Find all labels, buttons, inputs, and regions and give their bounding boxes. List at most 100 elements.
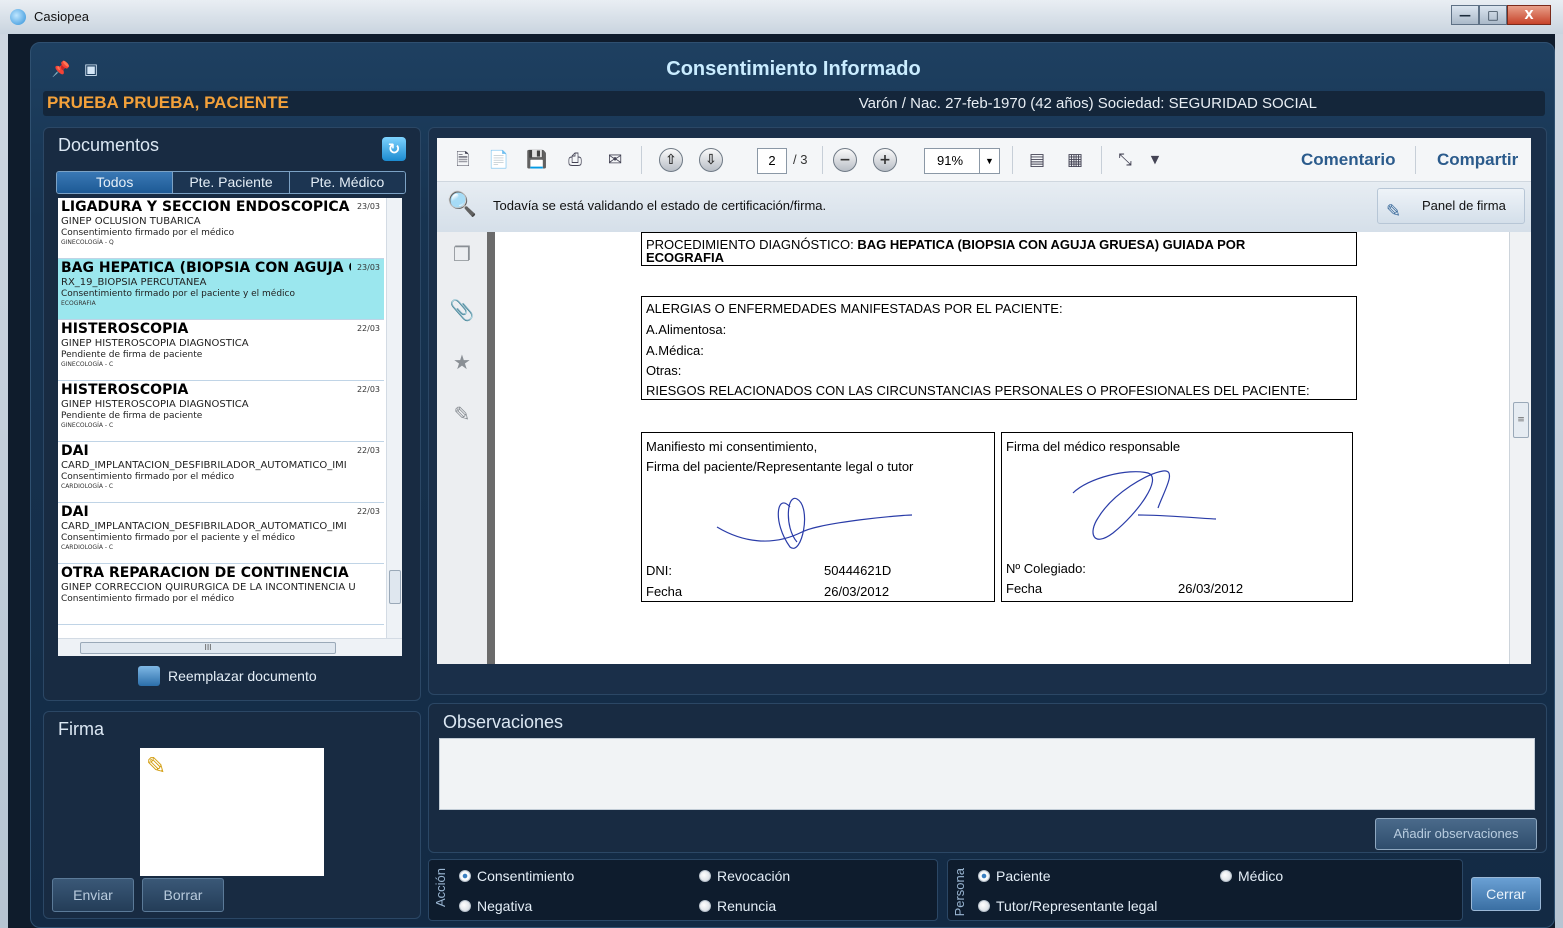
list-item[interactable]: DAI 22/03 CARD_IMPLANTACION_DESFIBRILADO… bbox=[58, 503, 384, 564]
fit-page-icon[interactable]: ▦ bbox=[1063, 148, 1087, 172]
chevron-down-icon[interactable]: ▼ bbox=[979, 149, 999, 173]
close-button[interactable]: Cerrar bbox=[1471, 877, 1541, 911]
zoom-in-icon[interactable]: + bbox=[873, 148, 897, 172]
risks-title: RIESGOS RELACIONADOS CON LAS CIRCUNSTANC… bbox=[646, 383, 1310, 398]
pdf-viewer: 🗎 📄 💾 ⎙ ✉ ⇧ ⇩ 2 / 3 − + 91% ▼ ▤ ▦ ⤡ ▼ Co… bbox=[428, 127, 1547, 695]
vscroll-thumb[interactable] bbox=[389, 570, 401, 604]
validation-message: Todavía se está validando el estado de c… bbox=[493, 198, 827, 213]
list-item[interactable]: LIGADURA Y SECCION ENDOSCOPICA BI... 23/… bbox=[58, 198, 384, 259]
document-list-vscroll[interactable] bbox=[386, 198, 402, 638]
replace-document-button[interactable]: Reemplazar documento bbox=[138, 666, 317, 686]
toolbar-separator bbox=[641, 146, 642, 174]
signatures-icon[interactable]: ✎ bbox=[449, 402, 475, 428]
document-subtitle: CARD_IMPLANTACION_DESFIBRILADOR_AUTOMATI… bbox=[61, 521, 347, 532]
observations-textarea[interactable] bbox=[439, 738, 1535, 810]
document-status: Pendiente de firma de paciente bbox=[61, 350, 203, 360]
zoom-value: 91% bbox=[937, 153, 964, 168]
create-pdf-icon[interactable]: 🗎 bbox=[451, 148, 475, 172]
hscroll-thumb[interactable]: III bbox=[80, 642, 336, 654]
tab-pte-medico[interactable]: Pte. Médico bbox=[289, 172, 405, 193]
fullscreen-icon[interactable]: ⤡ bbox=[1113, 148, 1137, 172]
radio-label: Renuncia bbox=[717, 898, 777, 914]
list-item[interactable]: HISTEROSCOPIA 22/03 GINEP HISTEROSCOPIA … bbox=[58, 381, 384, 442]
doctor-sign-label: Firma del médico responsable bbox=[1006, 439, 1181, 454]
radio-negativa[interactable]: Negativa bbox=[459, 898, 532, 914]
tab-todos[interactable]: Todos bbox=[57, 172, 174, 193]
page-down-icon[interactable]: ⇩ bbox=[699, 148, 723, 172]
document-department: CARDIOLOGÍA - C bbox=[61, 483, 114, 490]
list-item[interactable]: BAG HEPATICA (BIOPSIA CON AGUJA G... 23/… bbox=[58, 259, 384, 320]
page-total: / 3 bbox=[793, 152, 808, 167]
document-date: 22/03 bbox=[356, 385, 380, 394]
print-icon[interactable]: ⎙ bbox=[563, 148, 587, 172]
page-up-icon[interactable]: ⇧ bbox=[659, 148, 683, 172]
pdf-vscroll-thumb[interactable]: ≡ bbox=[1513, 402, 1529, 438]
comment-button[interactable]: Comentario bbox=[1301, 150, 1395, 170]
action-label: Acción bbox=[433, 868, 448, 908]
patient-signature-image bbox=[716, 497, 912, 549]
radio-renuncia[interactable]: Renuncia bbox=[699, 898, 776, 914]
zoom-select[interactable]: 91% ▼ bbox=[924, 148, 1000, 174]
dni-label: DNI: bbox=[646, 563, 672, 578]
page-title: Consentimiento Informado bbox=[666, 58, 921, 80]
pdf-side-tools: ❐ 📎 ★ ✎ bbox=[437, 232, 487, 664]
radio-tutor[interactable]: Tutor/Representante legal bbox=[978, 898, 1157, 914]
more-tools-icon[interactable]: ▼ bbox=[1143, 148, 1167, 172]
doctor-date-label: Fecha bbox=[1006, 581, 1043, 596]
save-icon[interactable]: 💾 bbox=[525, 148, 549, 172]
patient-name: PRUEBA PRUEBA, PACIENTE bbox=[47, 93, 289, 112]
add-observations-button[interactable]: Añadir observaciones bbox=[1375, 818, 1537, 850]
radio-dot bbox=[978, 900, 990, 912]
page-number-input[interactable]: 2 bbox=[757, 148, 787, 174]
doctor-signature-box: Firma del médico responsable Nº Colegiad… bbox=[1001, 432, 1353, 602]
refresh-icon[interactable]: ↻ bbox=[382, 137, 406, 161]
document-department: CARDIOLOGÍA - C bbox=[61, 544, 114, 551]
document-subtitle: GINEP OCLUSIÓN TUBÁRICA bbox=[61, 216, 201, 227]
minimize-button[interactable]: — bbox=[1451, 5, 1479, 25]
signature-pen-icon: ✎ bbox=[1386, 201, 1402, 221]
document-subtitle: RX_19_BIOPSIA PERCUTANEA bbox=[61, 277, 207, 288]
send-button[interactable]: Enviar bbox=[52, 878, 134, 912]
signature-panel: Firma ✎ Enviar Borrar bbox=[43, 711, 421, 919]
attachment-icon[interactable]: 📎 bbox=[449, 298, 475, 324]
zoom-out-icon[interactable]: − bbox=[833, 148, 857, 172]
pages-icon[interactable]: ❐ bbox=[449, 242, 475, 268]
document-status: Pendiente de firma de paciente bbox=[61, 411, 203, 421]
radio-paciente[interactable]: Paciente bbox=[978, 868, 1050, 884]
radio-revocacion[interactable]: Revocación bbox=[699, 868, 790, 884]
pdf-page: PROCEDIMIENTO DIAGNÓSTICO: BAG HEPATICA … bbox=[495, 232, 1509, 664]
list-item[interactable]: HISTEROSCOPIA 22/03 GINEP HISTEROSCOPIA … bbox=[58, 320, 384, 381]
list-item[interactable]: OTRA REPARACION DE CONTINENCIA U... GINE… bbox=[58, 564, 384, 625]
signature-panel-button[interactable]: ✎ Panel de firma bbox=[1377, 188, 1525, 224]
radio-label: Paciente bbox=[996, 868, 1051, 884]
radio-consentimiento[interactable]: Consentimiento bbox=[459, 868, 574, 884]
document-list-hscroll[interactable]: III bbox=[58, 638, 402, 656]
tab-pte-paciente[interactable]: Pte. Paciente bbox=[173, 172, 290, 193]
procedure-value-line2: ECOGRAFIA bbox=[646, 250, 724, 265]
broom-icon[interactable]: ✎ bbox=[146, 752, 166, 780]
clear-button[interactable]: Borrar bbox=[142, 878, 224, 912]
signature-canvas[interactable]: ✎ bbox=[140, 748, 324, 876]
email-icon[interactable]: ✉ bbox=[603, 148, 627, 172]
allergies-title: ALERGIAS O ENFERMEDADES MANIFESTADAS POR… bbox=[646, 301, 1063, 316]
document-subtitle: GINEP HISTEROSCOPIA DIAGNÓSTICA bbox=[61, 338, 249, 349]
observations-panel: Observaciones Añadir observaciones bbox=[428, 703, 1547, 853]
dni-value: 50444621D bbox=[824, 563, 892, 578]
doctor-signature-image bbox=[1072, 470, 1217, 540]
pdf-vscroll[interactable]: ≡ bbox=[1509, 232, 1531, 664]
fit-width-icon[interactable]: ▤ bbox=[1025, 148, 1049, 172]
radio-dot bbox=[699, 870, 711, 882]
document-department: ECOGRAFIA bbox=[61, 300, 96, 307]
binoculars-icon[interactable]: ★ bbox=[449, 350, 475, 376]
document-title: HISTEROSCOPIA bbox=[61, 382, 189, 398]
close-window-button[interactable]: X bbox=[1507, 5, 1551, 25]
radio-medico[interactable]: Médico bbox=[1220, 868, 1283, 884]
list-item[interactable]: DAI 22/03 CARD_IMPLANTACION_DESFIBRILADO… bbox=[58, 442, 384, 503]
document-date: 23/03 bbox=[356, 202, 380, 211]
patient-date-label: Fecha bbox=[646, 584, 683, 599]
maximize-button[interactable]: □ bbox=[1479, 5, 1507, 25]
documents-title: Documentos bbox=[58, 135, 160, 155]
export-icon[interactable]: 📄 bbox=[487, 148, 511, 172]
share-button[interactable]: Compartir bbox=[1437, 150, 1518, 170]
consent-dialog: 📌 ▣ Consentimiento Informado PRUEBA PRUE… bbox=[30, 42, 1555, 928]
